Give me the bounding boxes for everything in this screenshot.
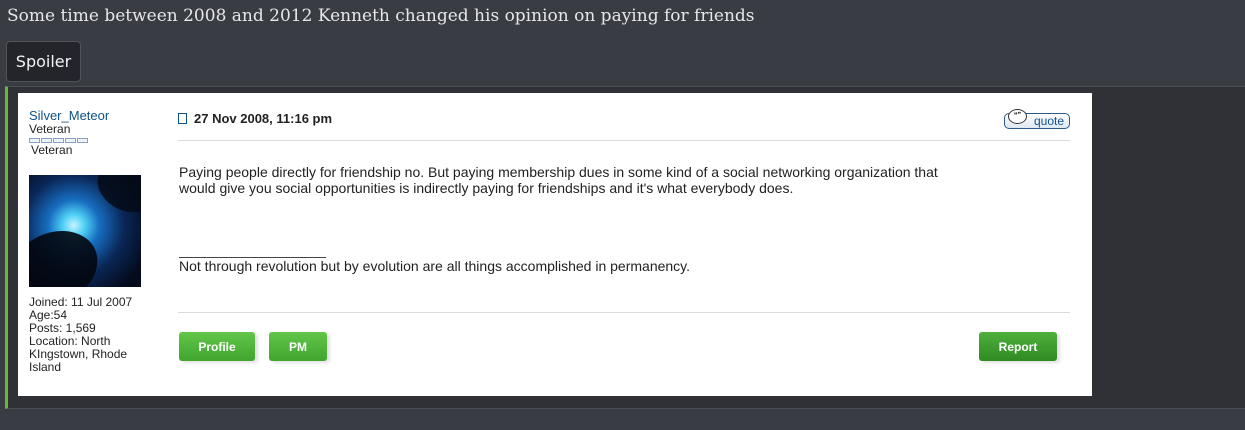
author-stats: Joined: 11 Jul 2007 Age:54 Posts: 1,569 … (29, 296, 154, 374)
post-header: 27 Nov 2008, 11:16 pm ❝❞ quote (178, 109, 1070, 141)
author-name-link[interactable]: Silver_Meteor (29, 109, 159, 123)
post-signature: Not through revolution but by evolution … (179, 258, 691, 274)
author-rank: Veteran (29, 122, 71, 136)
report-button[interactable]: Report (979, 332, 1057, 361)
author-location: Location: North KIngstown, Rhode Island (29, 334, 128, 374)
quoted-forum-post: Silver_Meteor Veteran Veteran Joined: 11… (18, 93, 1092, 396)
post-title: Some time between 2008 and 2012 Kenneth … (7, 6, 755, 26)
quote-button[interactable]: ❝❞ quote (1004, 109, 1070, 129)
profile-button[interactable]: Profile (179, 332, 255, 361)
avatar (29, 175, 141, 287)
pm-button[interactable]: PM (269, 332, 327, 361)
post-date-row: 27 Nov 2008, 11:16 pm (178, 111, 332, 126)
document-icon[interactable] (178, 113, 187, 124)
spoiler-button[interactable]: Spoiler (6, 41, 81, 82)
post-date: 27 Nov 2008, 11:16 pm (194, 111, 333, 126)
post-author-block: Silver_Meteor Veteran Veteran (29, 109, 159, 156)
quote-button-label: quote (1033, 114, 1064, 128)
post-footer-divider (178, 312, 1070, 313)
rank-image-label: Veteran (31, 143, 73, 157)
quote-bubble-icon: ❝❞ (1008, 109, 1027, 124)
post-body: Paying people directly for friendship no… (179, 164, 938, 196)
